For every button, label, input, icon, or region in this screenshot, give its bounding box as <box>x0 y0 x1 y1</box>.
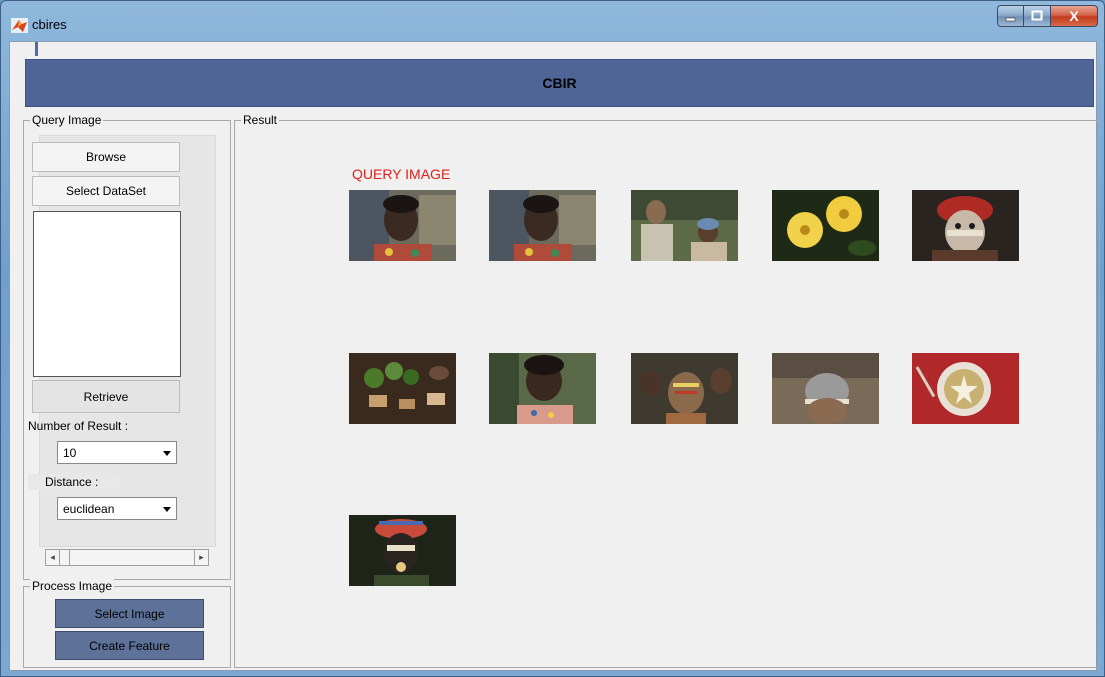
query-panel-label: Query Image <box>30 113 104 127</box>
create-feature-button[interactable]: Create Feature <box>55 631 204 660</box>
result-image-10[interactable] <box>349 515 456 586</box>
process-panel-label: Process Image <box>30 579 115 593</box>
query-image-thumbnail[interactable] <box>349 190 456 261</box>
result-image-8[interactable] <box>772 353 879 424</box>
scroll-left-icon[interactable]: ◂ <box>46 550 60 565</box>
header-title: CBIR <box>542 75 577 91</box>
matlab-app-icon <box>11 18 28 33</box>
result-image-6[interactable] <box>489 353 596 424</box>
result-image-2[interactable] <box>631 190 738 261</box>
result-image-7[interactable] <box>631 353 738 424</box>
scroll-thumb[interactable] <box>60 550 70 565</box>
query-image-preview[interactable] <box>33 211 181 377</box>
result-image-3[interactable] <box>772 190 879 261</box>
close-icon: X <box>1069 8 1079 24</box>
close-button[interactable]: X <box>1051 5 1098 27</box>
result-image-4[interactable] <box>912 190 1019 261</box>
window-title: cbires <box>32 17 67 32</box>
result-panel-label: Result <box>241 113 280 127</box>
browse-button[interactable]: Browse <box>32 142 180 172</box>
chevron-down-icon <box>163 507 171 512</box>
minimize-icon <box>1005 17 1015 22</box>
header-banner: CBIR <box>25 59 1094 107</box>
result-image-5[interactable] <box>349 353 456 424</box>
query-image-label: QUERY IMAGE <box>352 166 451 182</box>
result-image-1[interactable] <box>489 190 596 261</box>
window-controls: X <box>997 5 1098 27</box>
distance-label: Distance : <box>28 474 119 490</box>
select-dataset-button[interactable]: Select DataSet <box>32 176 180 206</box>
horizontal-scrollbar[interactable]: ◂ ▸ <box>45 549 209 566</box>
chevron-down-icon <box>163 451 171 456</box>
toolbar-stub <box>35 42 38 56</box>
distance-value: euclidean <box>63 501 115 516</box>
minimize-button[interactable] <box>997 5 1024 27</box>
title-bar[interactable]: cbires X <box>1 1 1104 41</box>
distance-select[interactable]: euclidean <box>57 497 177 520</box>
number-of-result-label: Number of Result : <box>28 419 129 433</box>
number-of-result-select[interactable]: 10 <box>57 441 177 464</box>
number-of-result-value: 10 <box>63 445 77 460</box>
select-image-button[interactable]: Select Image <box>55 599 204 628</box>
maximize-icon <box>1031 10 1043 21</box>
result-image-9[interactable] <box>912 353 1019 424</box>
scroll-right-icon[interactable]: ▸ <box>194 550 208 565</box>
retrieve-button[interactable]: Retrieve <box>32 380 180 413</box>
maximize-button[interactable] <box>1024 5 1051 27</box>
